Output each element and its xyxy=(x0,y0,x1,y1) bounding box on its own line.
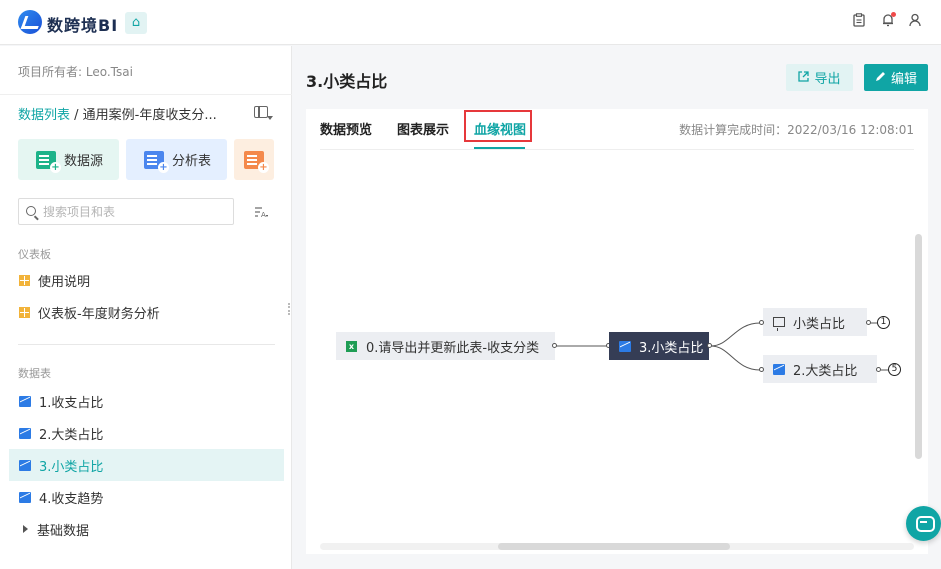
sidebar-item-label: 使用说明 xyxy=(38,274,91,290)
page-title: 3.小类占比 xyxy=(306,72,388,91)
add-analysis-button[interactable]: 分析表 xyxy=(126,139,227,180)
user-icon[interactable] xyxy=(907,13,923,29)
node-label: 小类占比 xyxy=(793,316,846,332)
sort-icon[interactable]: A xyxy=(254,206,269,221)
breadcrumb-separator: / xyxy=(70,108,83,123)
divider xyxy=(18,344,275,345)
node-port xyxy=(866,320,871,325)
search-icon xyxy=(26,206,36,216)
sidebar-item-income-expense[interactable]: 1.收支占比 xyxy=(9,385,284,417)
lineage-center-node[interactable]: 3.小类占比 xyxy=(609,332,709,360)
tab-data-preview[interactable]: 数据预览 xyxy=(320,119,372,138)
home-button[interactable]: ⌂ xyxy=(125,12,147,34)
resize-handle[interactable] xyxy=(288,303,290,315)
sidebar-item-usage-guide[interactable]: 使用说明 xyxy=(9,264,284,296)
chart-icon xyxy=(19,395,31,407)
chart-icon xyxy=(619,340,631,352)
svg-text:A: A xyxy=(261,211,266,218)
project-owner: 项目所有者: Leo.Tsai xyxy=(18,65,133,79)
chart-icon xyxy=(19,459,31,471)
bell-icon[interactable] xyxy=(880,12,896,29)
add-datasource-button[interactable]: 数据源 xyxy=(18,139,119,180)
lineage-output-dashboard-node[interactable]: 小类占比 xyxy=(763,308,867,336)
sidebar-item-subcategory-share[interactable]: 3.小类占比 xyxy=(9,449,284,481)
brand-name: 数跨境BI xyxy=(47,16,119,35)
vertical-scrollbar[interactable] xyxy=(915,234,922,459)
analysis-label: 分析表 xyxy=(172,154,212,169)
folder-label: 基础数据 xyxy=(37,523,90,539)
search-box xyxy=(18,198,234,225)
export-label: 导出 xyxy=(814,72,841,87)
calc-time-text: 数据计算完成时间：2022/03/16 12:08:01 xyxy=(679,123,914,137)
export-button[interactable]: 导出 xyxy=(786,64,853,91)
sidebar-item-label: 2.大类占比 xyxy=(39,427,104,443)
edit-label: 编辑 xyxy=(890,72,917,87)
sidebar: 项目所有者: Leo.Tsai 数据列表 / 通用案例-年度收支分... 数据源… xyxy=(0,46,292,569)
edit-button[interactable]: 编辑 xyxy=(864,64,928,91)
notification-dot xyxy=(891,12,896,17)
sidebar-item-finance-dashboard[interactable]: 仪表板-年度财务分析 xyxy=(9,296,284,328)
add-dashboard-button[interactable] xyxy=(234,139,274,180)
node-port xyxy=(759,320,764,325)
node-label: 0.请导出并更新此表-收支分类 xyxy=(366,340,540,356)
chat-support-button[interactable] xyxy=(906,506,941,541)
breadcrumb-data-list[interactable]: 数据列表 xyxy=(18,108,70,123)
dashboard-section-label: 仪表板 xyxy=(18,248,51,261)
breadcrumb-current: 通用案例-年度收支分... xyxy=(82,108,217,123)
node-label: 3.小类占比 xyxy=(639,340,704,356)
node-port xyxy=(876,367,881,372)
dashboard-icon xyxy=(19,274,30,286)
chart-icon xyxy=(19,427,31,439)
lineage-output-chart-node[interactable]: 2.大类占比 xyxy=(763,355,877,383)
tab-chart-display[interactable]: 图表展示 xyxy=(397,119,449,138)
analysis-icon xyxy=(144,150,169,173)
breadcrumb: 数据列表 / 通用案例-年度收支分... xyxy=(18,104,240,123)
dashboard-icon xyxy=(773,317,785,331)
chart-icon xyxy=(19,491,31,503)
sidebar-item-label: 1.收支占比 xyxy=(39,395,104,411)
lineage-source-node[interactable]: x 0.请导出并更新此表-收支分类 xyxy=(336,332,555,360)
dataset-section-label: 数据表 xyxy=(18,367,51,380)
tab-highlight-box xyxy=(464,110,532,142)
sidebar-folder-base-data[interactable]: 基础数据 xyxy=(9,513,284,545)
clipboard-icon[interactable] xyxy=(851,13,867,29)
edit-icon xyxy=(875,71,886,85)
node-label: 2.大类占比 xyxy=(793,363,858,379)
downstream-count-badge[interactable]: 5 xyxy=(888,363,901,376)
downstream-count-badge[interactable]: 1 xyxy=(877,316,890,329)
excel-icon: x xyxy=(346,340,357,352)
top-bar: 数跨境BI ⌂ xyxy=(0,0,941,45)
divider xyxy=(0,94,292,95)
search-input[interactable] xyxy=(43,203,228,221)
sidebar-item-trend[interactable]: 4.收支趋势 xyxy=(9,481,284,513)
sidebar-item-label: 仪表板-年度财务分析 xyxy=(38,306,160,322)
node-port xyxy=(552,343,557,348)
export-icon xyxy=(798,70,810,85)
chevron-down-icon[interactable] xyxy=(267,116,273,120)
chart-icon xyxy=(773,363,785,375)
sidebar-item-category-share[interactable]: 2.大类占比 xyxy=(9,417,284,449)
caret-right-icon xyxy=(23,525,28,533)
layout-toggle-icon[interactable] xyxy=(254,106,268,118)
node-port xyxy=(707,343,712,348)
datasource-label: 数据源 xyxy=(64,154,104,169)
horizontal-scrollbar[interactable] xyxy=(498,543,730,550)
dashboard-add-icon xyxy=(244,150,269,173)
node-port xyxy=(759,367,764,372)
sidebar-item-label: 4.收支趋势 xyxy=(39,491,104,507)
sidebar-item-label: 3.小类占比 xyxy=(39,459,104,475)
tab-divider xyxy=(320,149,914,150)
dashboard-icon xyxy=(19,306,30,318)
datasource-icon xyxy=(36,150,61,173)
logo-icon xyxy=(18,10,42,34)
